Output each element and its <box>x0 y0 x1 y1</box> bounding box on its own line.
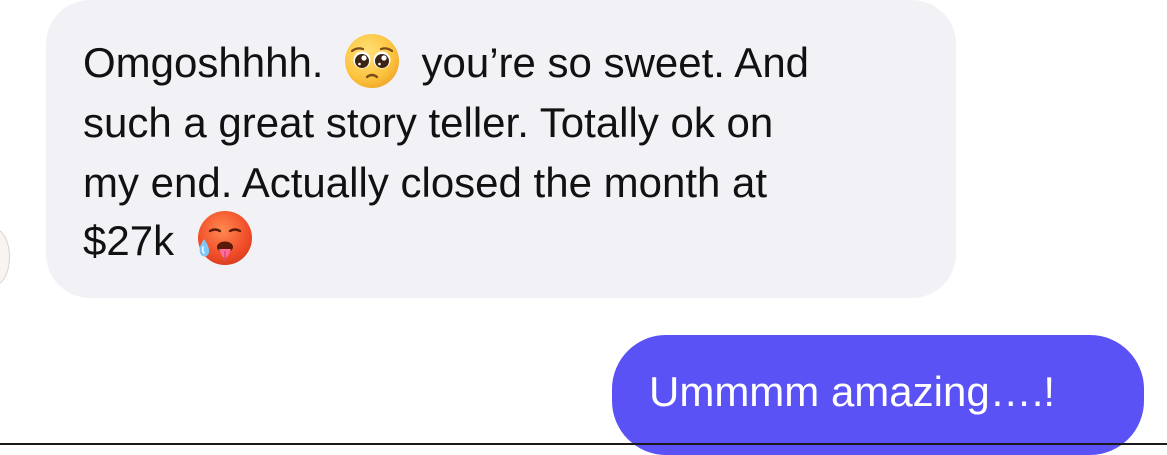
message-text: Ummmm amazing….! <box>649 364 1055 420</box>
message-text: my end. Actually closed the month at <box>83 159 767 206</box>
outgoing-message-bubble[interactable]: Ummmm amazing….! <box>612 335 1144 455</box>
incoming-message-bubble[interactable]: Omgoshhhh. <box>46 0 956 298</box>
message-line: Omgoshhhh. <box>83 30 809 90</box>
pleading-face-emoji-icon <box>343 32 401 90</box>
message-line: $27k <box>83 208 254 268</box>
sender-avatar[interactable] <box>0 228 10 286</box>
hot-face-emoji-icon <box>194 209 254 269</box>
conversation-view: { "incoming_message": { "lines": [ { "be… <box>0 0 1167 445</box>
message-line: my end. Actually closed the month at <box>83 150 767 210</box>
message-text: Omgoshhhh. <box>83 39 323 86</box>
message-line: such a great story teller. Totally ok on <box>83 90 773 150</box>
message-text: $27k <box>83 217 174 264</box>
message-text: you’re so sweet. And <box>421 39 809 86</box>
message-text: such a great story teller. Totally ok on <box>83 99 773 146</box>
